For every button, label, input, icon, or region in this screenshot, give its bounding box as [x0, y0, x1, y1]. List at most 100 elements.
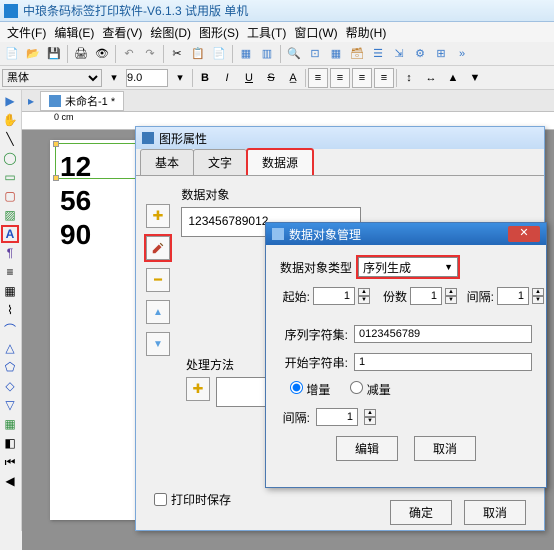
add-data-button[interactable]: ✚: [146, 204, 170, 228]
font-format-icon[interactable]: A̲: [283, 68, 303, 88]
gap-spinner[interactable]: ▲▼: [532, 288, 544, 304]
nav-first-icon[interactable]: ⏮: [1, 453, 19, 471]
win-icon[interactable]: ⊞: [431, 44, 451, 64]
properties-cancel-button[interactable]: 取消: [464, 500, 526, 525]
dialog-titlebar[interactable]: 数据对象管理 ✕: [266, 223, 546, 245]
italic-icon[interactable]: I: [217, 68, 237, 88]
ellipse-tool-icon[interactable]: ◯: [1, 149, 19, 167]
pointer-tool-icon[interactable]: ▶: [1, 92, 19, 110]
hand-tool-icon[interactable]: ✋: [1, 111, 19, 129]
type-combobox[interactable]: 序列生成 ▼: [358, 257, 458, 277]
increment-radio[interactable]: [290, 381, 303, 394]
gap-input[interactable]: [497, 287, 529, 305]
delete-data-button[interactable]: ━: [146, 268, 170, 292]
rect-tool-icon[interactable]: ▭: [1, 168, 19, 186]
richtext-tool-icon[interactable]: ¶: [1, 244, 19, 262]
tab-basic[interactable]: 基本: [140, 149, 194, 175]
paste-icon[interactable]: 📄: [209, 44, 229, 64]
radio-decrement[interactable]: 减量: [350, 381, 390, 398]
image-tool-icon[interactable]: ▨: [1, 206, 19, 224]
tab-datasource[interactable]: 数据源: [246, 148, 314, 175]
charset-input[interactable]: [354, 325, 532, 343]
nav-prev-icon[interactable]: ◀: [1, 472, 19, 490]
startstr-input[interactable]: [354, 353, 532, 371]
list-icon[interactable]: ☰: [368, 44, 388, 64]
table-tool-icon[interactable]: ▦: [1, 415, 19, 433]
fontsize-dropdown-icon[interactable]: ▾: [170, 68, 190, 88]
start-spinner[interactable]: ▲▼: [358, 288, 370, 304]
start-input[interactable]: [313, 287, 355, 305]
add-process-button[interactable]: ✚: [186, 377, 210, 401]
qrcode-tool-icon[interactable]: ▦: [1, 282, 19, 300]
text-tool-icon[interactable]: A: [1, 225, 19, 243]
zoom-icon[interactable]: 🔍: [284, 44, 304, 64]
database-icon[interactable]: 🗃: [347, 44, 367, 64]
font-name-select[interactable]: 黑体: [2, 69, 102, 87]
layer-up-icon[interactable]: ▲: [443, 68, 463, 88]
polygon-tool-icon[interactable]: ⬠: [1, 358, 19, 376]
close-icon[interactable]: ✕: [508, 226, 540, 242]
copies-spinner[interactable]: ▲▼: [445, 288, 457, 304]
properties-ok-button[interactable]: 确定: [390, 500, 452, 525]
align-center-icon[interactable]: ≡: [330, 68, 350, 88]
save-icon[interactable]: 💾: [44, 44, 64, 64]
ungroup-icon[interactable]: ▥: [257, 44, 277, 64]
save-on-print-checkbox[interactable]: [154, 493, 167, 506]
copies-input[interactable]: [410, 287, 442, 305]
grid-icon[interactable]: ▦: [326, 44, 346, 64]
edit-data-button[interactable]: [146, 236, 170, 260]
menu-file[interactable]: 文件(F): [4, 22, 49, 43]
copy-icon[interactable]: 📋: [188, 44, 208, 64]
star-tool-icon[interactable]: ▽: [1, 396, 19, 414]
export-icon[interactable]: ⇲: [389, 44, 409, 64]
menu-draw[interactable]: 绘图(D): [147, 22, 194, 43]
tabs-menu-icon[interactable]: ▸: [22, 94, 40, 108]
menu-window[interactable]: 窗口(W): [291, 22, 340, 43]
line-tool-icon[interactable]: ╲: [1, 130, 19, 148]
prefs-icon[interactable]: ⚙: [410, 44, 430, 64]
layer-down-icon[interactable]: ▼: [465, 68, 485, 88]
color-fill-icon[interactable]: ◧: [1, 434, 19, 452]
properties-titlebar[interactable]: 图形属性: [136, 127, 544, 149]
menu-edit[interactable]: 编辑(E): [51, 22, 97, 43]
moveup-data-button[interactable]: [146, 300, 170, 324]
decrement-radio[interactable]: [350, 381, 363, 394]
undo-icon[interactable]: ↶: [119, 44, 139, 64]
dialog-edit-button[interactable]: 编辑: [336, 436, 398, 461]
font-dropdown-icon[interactable]: ▾: [104, 68, 124, 88]
dialog-cancel-button[interactable]: 取消: [414, 436, 476, 461]
barcode-tool-icon[interactable]: ≡: [1, 263, 19, 281]
arc-tool-icon[interactable]: ⌒: [1, 320, 19, 338]
strike-icon[interactable]: S: [261, 68, 281, 88]
tab-text[interactable]: 文字: [193, 149, 247, 175]
open-icon[interactable]: 📂: [23, 44, 43, 64]
group-icon[interactable]: ▦: [236, 44, 256, 64]
menu-help[interactable]: 帮助(H): [343, 22, 390, 43]
roundrect-tool-icon[interactable]: ▢: [1, 187, 19, 205]
diamond-tool-icon[interactable]: ◇: [1, 377, 19, 395]
menu-tool[interactable]: 工具(T): [244, 22, 289, 43]
radio-increment[interactable]: 增量: [290, 381, 330, 398]
cut-icon[interactable]: ✂: [167, 44, 187, 64]
char-spacing-icon[interactable]: ↔: [421, 68, 441, 88]
align-right-icon[interactable]: ≡: [352, 68, 372, 88]
polyline-tool-icon[interactable]: ⌇: [1, 301, 19, 319]
redo-icon[interactable]: ↷: [140, 44, 160, 64]
underline-icon[interactable]: U: [239, 68, 259, 88]
triangle-tool-icon[interactable]: △: [1, 339, 19, 357]
menu-view[interactable]: 查看(V): [99, 22, 145, 43]
font-size-input[interactable]: [126, 69, 168, 87]
align-left-icon[interactable]: ≡: [308, 68, 328, 88]
menu-shape[interactable]: 图形(S): [196, 22, 242, 43]
new-icon[interactable]: 📄: [2, 44, 22, 64]
line-spacing-icon[interactable]: ↕: [399, 68, 419, 88]
align-justify-icon[interactable]: ≡: [374, 68, 394, 88]
gap2-input[interactable]: [316, 408, 358, 426]
preview-icon[interactable]: 👁: [92, 44, 112, 64]
movedown-data-button[interactable]: [146, 332, 170, 356]
document-tab[interactable]: 未命名-1 *: [40, 91, 124, 111]
print-icon[interactable]: 🖨: [71, 44, 91, 64]
page-nav-icon[interactable]: »: [452, 44, 472, 64]
zoomfit-icon[interactable]: ⊡: [305, 44, 325, 64]
bold-icon[interactable]: B: [195, 68, 215, 88]
